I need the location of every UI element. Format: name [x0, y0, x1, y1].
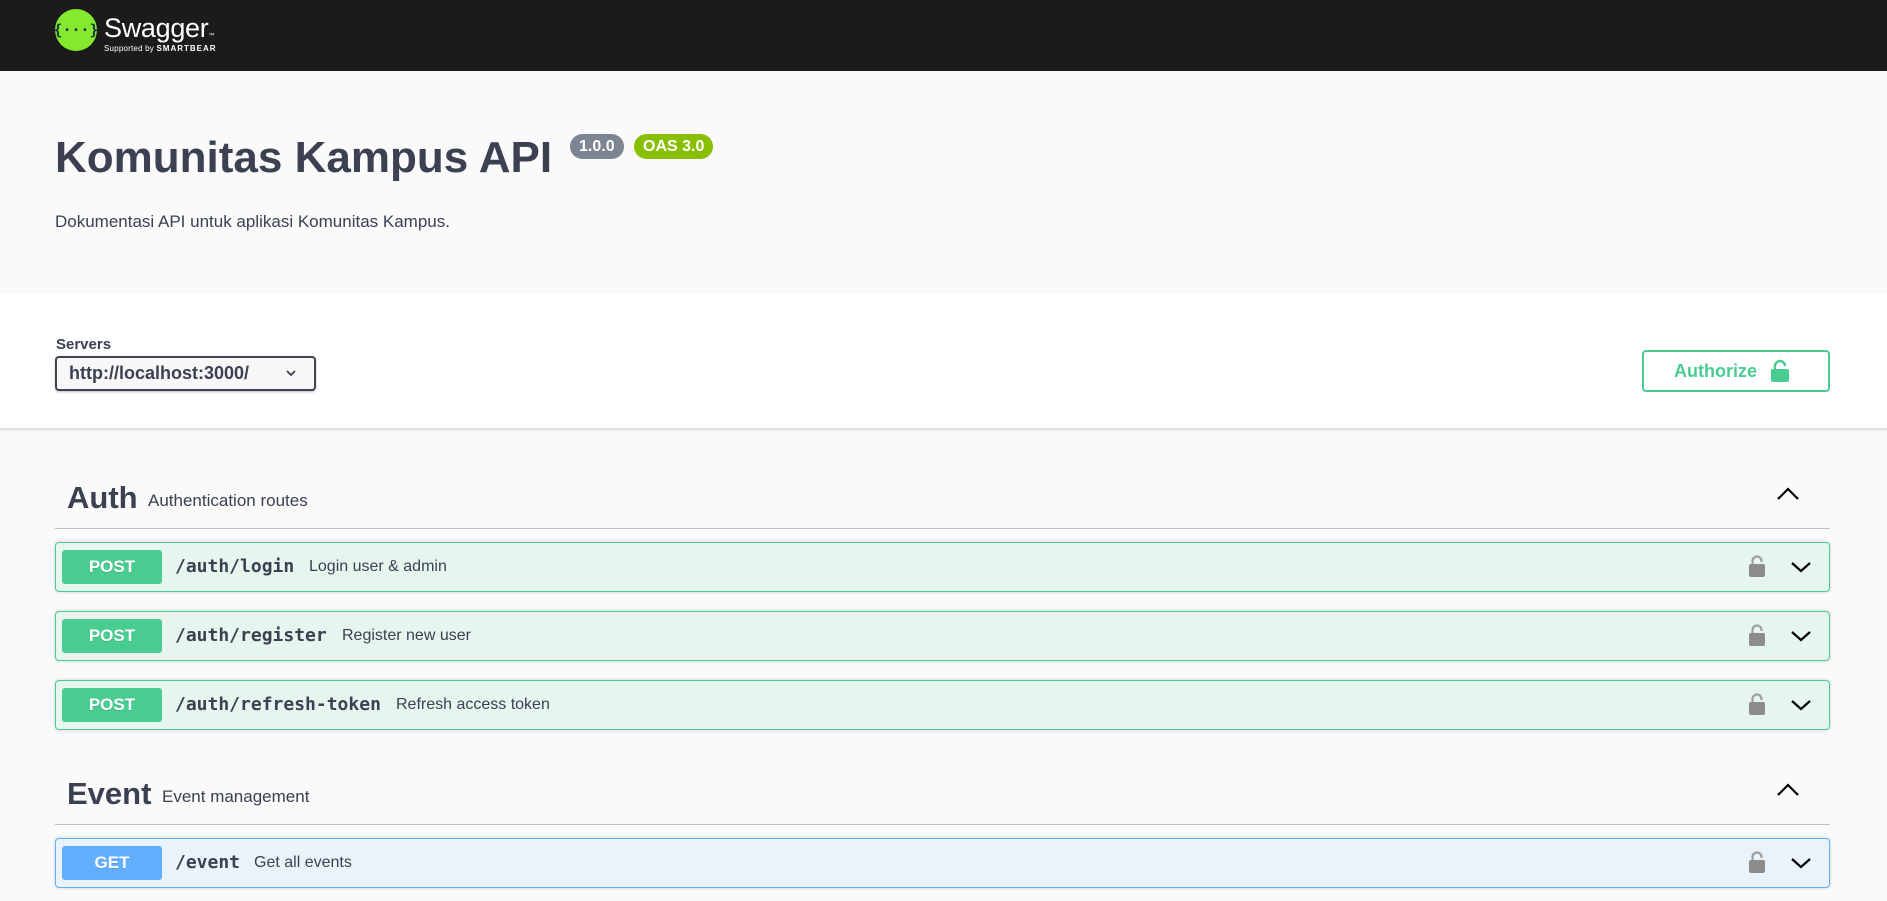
- swagger-logo[interactable]: {···} Swagger™ Supported by SMARTBEAR: [53, 9, 217, 61]
- chevron-up-icon[interactable]: [1776, 486, 1800, 502]
- chevron-down-icon[interactable]: [1790, 629, 1812, 643]
- chevron-down-icon[interactable]: [1790, 856, 1812, 870]
- chevron-down-icon[interactable]: [1790, 560, 1812, 574]
- operation-path: /event: [175, 852, 241, 873]
- operation-summary: Refresh access token: [396, 696, 550, 713]
- method-badge: GET: [62, 846, 162, 880]
- chevron-down-icon[interactable]: [1790, 698, 1812, 712]
- swagger-logo-wordmark: Swagger™ Supported by SMARTBEAR: [104, 9, 217, 53]
- method-badge: POST: [62, 619, 162, 653]
- operation-post-auth-register[interactable]: POST /auth/register Register new user: [55, 611, 1830, 661]
- servers-selected-value: http://localhost:3000/: [69, 363, 250, 383]
- servers-label: Servers: [56, 336, 112, 353]
- topbar: {···} Swagger™ Supported by SMARTBEAR: [0, 0, 1887, 71]
- chevron-up-icon[interactable]: [1776, 782, 1800, 798]
- tag-description: Event management: [162, 787, 310, 806]
- api-title: Komunitas Kampus API: [55, 133, 553, 182]
- oas-badge: OAS 3.0: [634, 134, 714, 159]
- unlocked-padlock-icon: [1771, 359, 1789, 382]
- operation-path: /auth/login: [175, 556, 295, 577]
- logo-sub-prefix: Supported by: [104, 44, 154, 53]
- swagger-logo-icon: {···}: [53, 9, 99, 51]
- method-badge: POST: [62, 550, 162, 584]
- method-badge: POST: [62, 688, 162, 722]
- version-badge: 1.0.0: [570, 134, 624, 159]
- logo-sub-brand: SMARTBEAR: [156, 44, 217, 53]
- api-description: Dokumentasi API untuk aplikasi Komunitas…: [55, 212, 450, 231]
- authorize-label: Authorize: [1674, 361, 1757, 381]
- tag-name: Auth: [67, 480, 138, 515]
- authorize-button[interactable]: Authorize: [1642, 350, 1830, 392]
- servers-select[interactable]: http://localhost:3000/: [55, 356, 316, 391]
- operation-post-auth-refresh-token[interactable]: POST /auth/refresh-token Refresh access …: [55, 680, 1830, 730]
- padlock-icon[interactable]: [1748, 554, 1766, 578]
- operation-summary: Login user & admin: [309, 558, 447, 575]
- padlock-icon[interactable]: [1748, 850, 1766, 874]
- padlock-icon[interactable]: [1748, 692, 1766, 716]
- operation-path: /auth/refresh-token: [175, 694, 381, 715]
- chevron-down-icon: [286, 370, 296, 377]
- logo-tm: ™: [208, 33, 215, 39]
- tag-header-event[interactable]: Event Event management: [55, 755, 1830, 825]
- tag-name: Event: [67, 776, 152, 811]
- operation-path: /auth/register: [175, 625, 327, 646]
- tag-description: Authentication routes: [148, 491, 308, 510]
- padlock-icon[interactable]: [1748, 623, 1766, 647]
- tag-header-auth[interactable]: Auth Authentication routes: [55, 459, 1830, 529]
- operation-post-auth-login[interactable]: POST /auth/login Login user & admin: [55, 542, 1830, 592]
- operation-summary: Register new user: [342, 627, 471, 644]
- operation-get-event[interactable]: GET /event Get all events: [55, 838, 1830, 888]
- operation-summary: Get all events: [254, 854, 352, 871]
- logo-name: Swagger: [104, 13, 209, 43]
